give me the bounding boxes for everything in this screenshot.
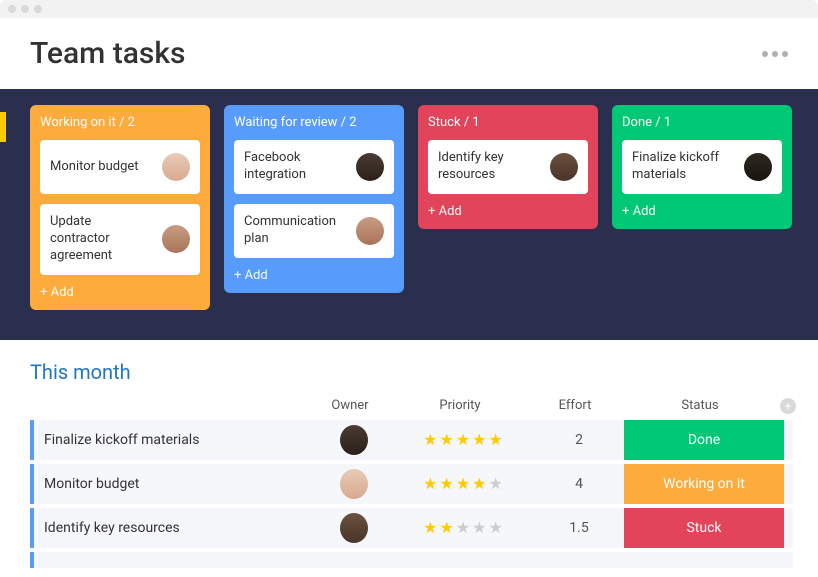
avatar[interactable] <box>162 225 190 253</box>
status-badge[interactable]: Stuck <box>624 508 784 548</box>
board-accent <box>0 112 6 142</box>
kanban-column-waiting: Waiting for review / 2 Facebook integrati… <box>224 105 404 293</box>
column-header: Stuck / 1 <box>428 115 588 130</box>
kanban-column-working: Working on it / 2 Monitor budget Update co… <box>30 105 210 310</box>
priority-stars[interactable]: ★★★★★ <box>394 430 534 449</box>
owner-cell[interactable] <box>314 513 394 543</box>
avatar[interactable] <box>356 153 384 181</box>
card-title: Update contractor agreement <box>50 214 154 265</box>
task-name: Monitor budget <box>34 476 314 492</box>
dot-icon <box>782 51 788 57</box>
page-header: Team tasks <box>0 18 818 89</box>
section-title: This month <box>30 360 793 384</box>
traffic-light-dot <box>34 5 42 13</box>
traffic-light-dot <box>8 5 16 13</box>
kanban-board: Working on it / 2 Monitor budget Update co… <box>0 89 818 340</box>
col-header-priority: Priority <box>390 398 530 413</box>
add-card-button[interactable]: + Add <box>234 268 394 283</box>
kanban-card[interactable]: Facebook integration <box>234 140 394 194</box>
task-name: Finalize kickoff materials <box>34 432 314 448</box>
page-title: Team tasks <box>30 36 185 71</box>
card-title: Identify key resources <box>438 150 542 184</box>
col-header-status: Status <box>620 398 780 413</box>
col-header-owner: Owner <box>310 398 390 413</box>
effort-value: 2 <box>534 432 624 448</box>
avatar[interactable] <box>744 153 772 181</box>
dot-icon <box>762 51 768 57</box>
avatar <box>340 469 368 499</box>
priority-stars[interactable]: ★★★★★ <box>394 518 534 537</box>
card-title: Facebook integration <box>244 150 348 184</box>
task-name: Identify key resources <box>34 520 314 536</box>
column-header: Working on it / 2 <box>40 115 200 130</box>
owner-cell[interactable] <box>314 425 394 455</box>
effort-value: 1.5 <box>534 520 624 536</box>
kanban-card[interactable]: Update contractor agreement <box>40 204 200 275</box>
kanban-card[interactable]: Finalize kickoff materials <box>622 140 782 194</box>
add-card-button[interactable]: + Add <box>622 204 782 219</box>
table-row-empty[interactable] <box>30 552 793 568</box>
col-header-effort: Effort <box>530 398 620 413</box>
kanban-card[interactable]: Identify key resources <box>428 140 588 194</box>
table-row[interactable]: Monitor budget ★★★★★4Working on it <box>30 464 793 504</box>
add-card-button[interactable]: + Add <box>428 204 588 219</box>
status-badge[interactable]: Done <box>624 420 784 460</box>
avatar <box>340 425 368 455</box>
more-menu-button[interactable] <box>762 51 788 57</box>
avatar[interactable] <box>356 217 384 245</box>
effort-value: 4 <box>534 476 624 492</box>
avatar[interactable] <box>162 153 190 181</box>
column-header: Waiting for review / 2 <box>234 115 394 130</box>
avatar[interactable] <box>550 153 578 181</box>
kanban-card[interactable]: Monitor budget <box>40 140 200 194</box>
add-card-button[interactable]: + Add <box>40 285 200 300</box>
kanban-card[interactable]: Communication plan <box>234 204 394 258</box>
table-row[interactable]: Identify key resources ★★★★★1.5Stuck <box>30 508 793 548</box>
kanban-column-stuck: Stuck / 1 Identify key resources + Add <box>418 105 598 229</box>
add-column-button[interactable]: + <box>780 398 796 414</box>
column-header: Done / 1 <box>622 115 782 130</box>
table-section: This month Owner Priority Effort Status … <box>0 340 818 568</box>
traffic-light-dot <box>21 5 29 13</box>
table-row[interactable]: Finalize kickoff materials ★★★★★2Done <box>30 420 793 460</box>
card-title: Communication plan <box>244 214 348 248</box>
card-title: Monitor budget <box>50 159 154 176</box>
table-header-row: Owner Priority Effort Status + <box>30 398 793 414</box>
owner-cell[interactable] <box>314 469 394 499</box>
dot-icon <box>772 51 778 57</box>
priority-stars[interactable]: ★★★★★ <box>394 474 534 493</box>
avatar <box>340 513 368 543</box>
card-title: Finalize kickoff materials <box>632 150 736 184</box>
kanban-column-done: Done / 1 Finalize kickoff materials + Add <box>612 105 792 229</box>
status-badge[interactable]: Working on it <box>624 464 784 504</box>
window-chrome <box>0 0 818 18</box>
